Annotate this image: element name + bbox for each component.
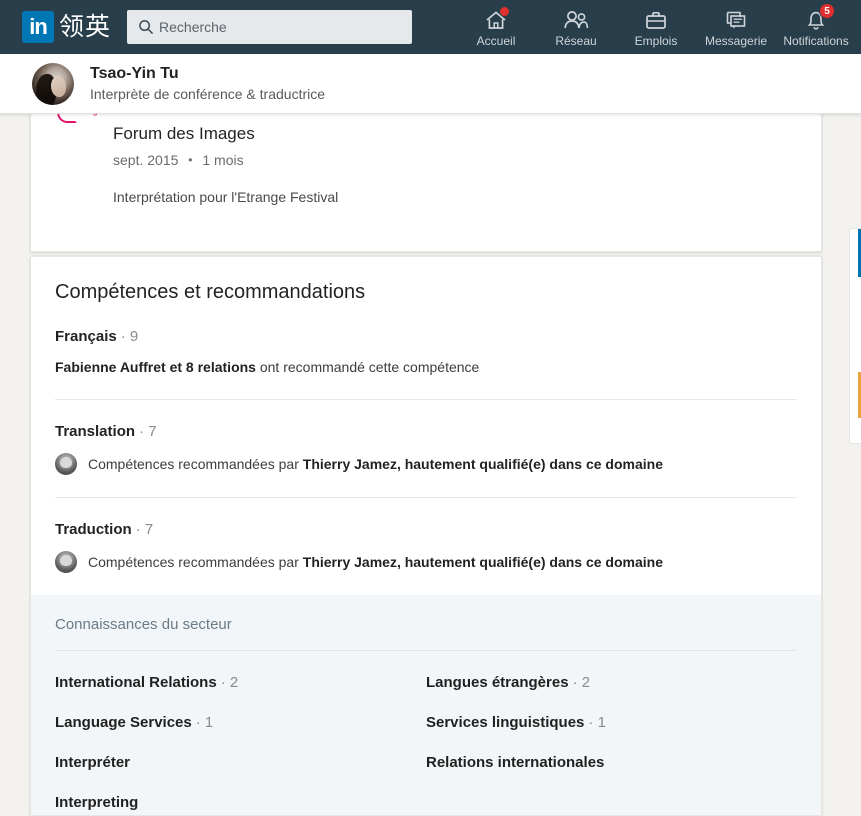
- experience-card: des images Forum des Images sept. 2015 •…: [30, 92, 822, 252]
- nav-item-emplois[interactable]: Emplois: [616, 0, 696, 54]
- experience-meta-separator: •: [188, 153, 193, 167]
- endorsement-prefix: Compétences recommandées par: [88, 455, 303, 472]
- network-people-icon: [563, 7, 589, 31]
- industry-knowledge-item[interactable]: Language Services · 1: [55, 713, 426, 753]
- endorsement-text: Compétences recommandées par Thierry Jam…: [88, 455, 663, 474]
- industry-knowledge-label: Langues étrangères: [426, 674, 569, 691]
- skill-name[interactable]: Traduction · 7: [55, 520, 797, 539]
- industry-knowledge-item[interactable]: Interpréter: [55, 753, 426, 793]
- briefcase-icon: [644, 7, 668, 31]
- profile-avatar[interactable]: [32, 62, 74, 105]
- industry-knowledge-label: International Relations: [55, 674, 217, 691]
- notifications-count-badge: 5: [819, 2, 836, 19]
- endorser-name[interactable]: Thierry Jamez, hautement qualifié(e) dan…: [303, 554, 663, 570]
- search-input[interactable]: [127, 10, 413, 44]
- nav-item-accueil[interactable]: Accueil: [456, 0, 536, 54]
- industry-knowledge-section: Connaissances du secteur International R…: [31, 595, 821, 815]
- endorsement-text: Compétences recommandées par Thierry Jam…: [88, 553, 663, 572]
- skills-list: Français · 9 Fabienne Auffret et 8 relati…: [31, 305, 821, 595]
- nav-label-messagerie: Messagerie: [705, 33, 768, 48]
- skill-label: Translation: [55, 423, 136, 440]
- skills-endorsements-card: Compétences et recommandations Français ·…: [30, 256, 822, 816]
- endorser-name[interactable]: Thierry Jamez, hautement qualifié(e) dan…: [303, 456, 663, 472]
- accueil-notification-dot: [499, 5, 511, 17]
- nav-item-reseau[interactable]: Réseau: [536, 0, 616, 54]
- experience-company[interactable]: Forum des Images: [113, 123, 797, 145]
- skill-endorsement: Compétences recommandées par Thierry Jam…: [55, 551, 797, 595]
- industry-knowledge-grid: International Relations · 2 Langues étran…: [55, 651, 797, 815]
- skill-endorsement: Fabienne Auffret et 8 relations ont reco…: [55, 358, 797, 399]
- skill-row: Translation · 7 Compétences recommandées …: [55, 399, 797, 497]
- endorser-avatar[interactable]: [55, 453, 77, 475]
- experience-duration: 1 mois: [202, 152, 244, 168]
- skill-name[interactable]: Translation · 7: [55, 422, 797, 441]
- industry-knowledge-title: Connaissances du secteur: [55, 615, 797, 651]
- linkedin-in-icon: in: [22, 11, 54, 43]
- skill-count: · 7: [135, 521, 154, 538]
- page-content: des images Forum des Images sept. 2015 •…: [0, 92, 861, 816]
- industry-knowledge-label: Services linguistiques: [426, 714, 585, 731]
- industry-knowledge-item[interactable]: International Relations · 2: [55, 673, 426, 713]
- skill-row: Traduction · 7 Compétences recommandées p…: [55, 497, 797, 595]
- industry-knowledge-label: Interpreting: [55, 794, 139, 811]
- experience-description: Interprétation pour l'Etrange Festival: [113, 189, 339, 205]
- linkedin-chinese-wordmark: 领英: [59, 12, 112, 41]
- nav-label-accueil: Accueil: [476, 33, 516, 48]
- industry-knowledge-label: Relations internationales: [426, 754, 605, 771]
- experience-start-date: sept. 2015: [113, 152, 179, 168]
- industry-knowledge-label: Language Services: [55, 714, 192, 731]
- skill-row: Français · 9 Fabienne Auffret et 8 relati…: [55, 305, 797, 399]
- top-navigation-bar: in 领英 Accueil: [0, 0, 861, 54]
- skill-count: · 9: [120, 328, 139, 345]
- skill-endorsement: Compétences recommandées par Thierry Jam…: [55, 453, 797, 497]
- industry-knowledge-item[interactable]: Interpreting: [55, 793, 426, 815]
- industry-knowledge-count: · 2: [220, 674, 239, 691]
- nav-item-messagerie[interactable]: Messagerie: [696, 0, 776, 54]
- nav-label-emplois: Emplois: [634, 33, 678, 48]
- industry-knowledge-item[interactable]: Relations internationales: [426, 753, 797, 793]
- industry-knowledge-count: · 1: [588, 714, 606, 731]
- industry-knowledge-count: · 1: [195, 714, 214, 731]
- sticky-profile-bar: Tsao-Yin Tu Interprète de conférence & t…: [0, 54, 861, 114]
- endorsement-prefix: Compétences recommandées par: [88, 553, 303, 570]
- bell-icon: 5: [804, 2, 836, 31]
- skill-count: · 7: [139, 423, 157, 440]
- skill-label: Français: [55, 328, 117, 345]
- endorsement-text: Fabienne Auffret et 8 relations ont reco…: [55, 358, 479, 377]
- message-chat-icon: [724, 7, 748, 31]
- nav-item-notifications[interactable]: 5 Notifications: [776, 0, 856, 54]
- search-field-wrapper: [127, 10, 413, 44]
- industry-knowledge-count: · 2: [572, 674, 591, 691]
- profile-name: Tsao-Yin Tu: [90, 64, 179, 82]
- nav-label-reseau: Réseau: [555, 33, 597, 48]
- skill-label: Traduction: [55, 521, 132, 538]
- home-icon: [484, 5, 511, 31]
- industry-knowledge-item: [426, 793, 797, 815]
- linkedin-logo[interactable]: in 领英: [22, 10, 111, 44]
- endorsement-suffix: ont recommandé cette compétence: [255, 359, 480, 375]
- industry-knowledge-item[interactable]: Langues étrangères · 2: [426, 673, 797, 713]
- industry-knowledge-label: Interpréter: [55, 754, 131, 771]
- experience-dates: sept. 2015 • 1 mois: [113, 151, 797, 169]
- skill-name[interactable]: Français · 9: [55, 327, 797, 346]
- profile-identity: Tsao-Yin Tu Interprète de conférence & t…: [90, 64, 325, 104]
- profile-headline: Interprète de conférence & traductrice: [90, 85, 326, 102]
- right-sidebar-card: [849, 228, 861, 444]
- nav-label-notifications: Notifications: [783, 33, 849, 48]
- nav-items: Accueil Réseau Emplois Messagerie 5 Noti…: [456, 0, 856, 54]
- skills-section-title: Compétences et recommandations: [55, 281, 366, 303]
- endorser-avatar[interactable]: [55, 551, 77, 573]
- industry-knowledge-item[interactable]: Services linguistiques · 1: [426, 713, 797, 753]
- endorser-name[interactable]: Fabienne Auffret et 8 relations: [55, 359, 256, 375]
